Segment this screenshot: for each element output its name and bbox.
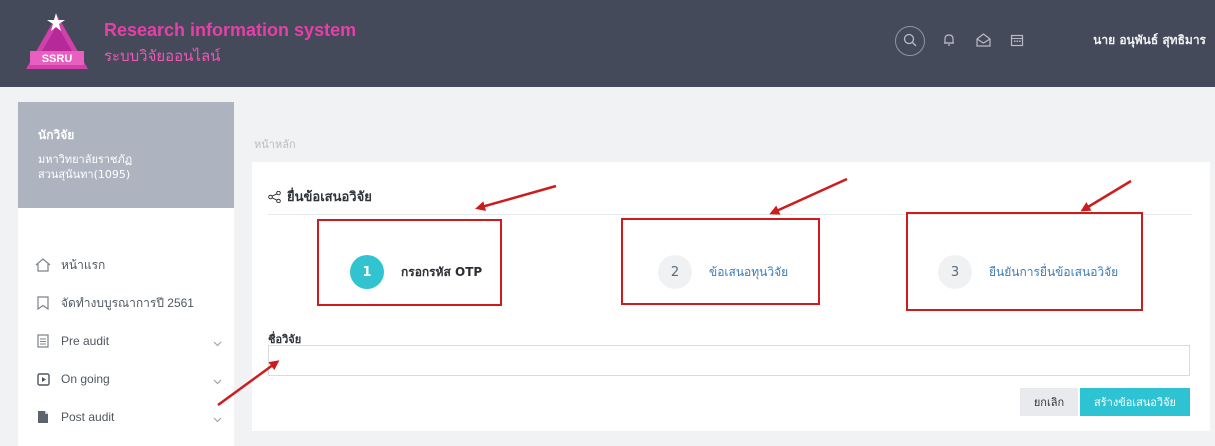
document-icon (34, 334, 52, 348)
share-icon (268, 190, 281, 203)
annotation-box-step-1 (317, 219, 502, 306)
sidebar-item-label: จัดทำงบบูรณาการปี 2561 (61, 295, 194, 310)
annotation-box-step-2 (621, 218, 820, 305)
search-button[interactable] (895, 26, 925, 56)
user-menu[interactable]: นาย อนุพันธ์ สุทธิมาร (1093, 31, 1206, 50)
user-role: นักวิจัย (38, 128, 75, 142)
sidebar-item-budget[interactable]: จัดทำงบบูรณาการปี 2561 (18, 284, 234, 322)
play-icon (34, 372, 52, 386)
ssru-logo[interactable]: SSRU (20, 9, 94, 73)
cancel-button[interactable]: ยกเลิก (1020, 388, 1078, 416)
bookmark-icon (34, 296, 52, 310)
app-title: Research information system (104, 20, 357, 40)
chevron-down-icon[interactable] (213, 374, 222, 388)
sidebar-item-label: หน้าแรก (61, 257, 106, 272)
org-name-line1: มหาวิทยาลัยราชภัฏ (38, 153, 133, 166)
home-icon (34, 258, 52, 272)
card-title: ยื่นข้อเสนอวิจัย (268, 186, 372, 207)
breadcrumb[interactable]: หน้าหลัก (254, 135, 296, 153)
org-name-line2: สวนสุนันทา(1095) (38, 168, 131, 181)
app-subtitle: ระบบวิจัยออนไลน์ (104, 47, 221, 65)
bell-icon (942, 32, 956, 51)
sidebar-profile: นักวิจัย มหาวิทยาลัยราชภัฏ สวนสุนันทา(10… (18, 102, 234, 208)
sidebar-item-pre-audit[interactable]: Pre audit (18, 322, 234, 360)
sidebar-item-label: Pre audit (61, 334, 110, 348)
top-navbar: SSRU Research information system ระบบวิจ… (0, 0, 1215, 87)
chevron-down-icon[interactable] (213, 412, 222, 426)
create-proposal-button[interactable]: สร้างข้อเสนอวิจัย (1080, 388, 1190, 416)
notifications-button[interactable] (939, 31, 959, 51)
sidebar-item-post-audit[interactable]: Post audit (18, 398, 234, 436)
chevron-down-icon[interactable] (213, 336, 222, 350)
sidebar-menu: หน้าแรก จัดทำงบบูรณาการปี 2561 Pre audit… (18, 208, 234, 436)
sidebar-item-home[interactable]: หน้าแรก (18, 246, 234, 284)
file-icon (34, 410, 52, 424)
calendar-button[interactable] (1007, 31, 1027, 51)
calendar-icon (1010, 32, 1024, 51)
search-icon (903, 32, 917, 51)
sidebar-item-label: Post audit (61, 410, 115, 424)
mail-icon (975, 32, 991, 51)
card-title-text: ยื่นข้อเสนอวิจัย (287, 190, 372, 205)
sidebar: นักวิจัย มหาวิทยาลัยราชภัฏ สวนสุนันทา(10… (18, 102, 234, 446)
sidebar-item-label: On going (61, 372, 110, 386)
annotation-box-step-3 (906, 212, 1143, 311)
research-name-input[interactable] (268, 345, 1190, 376)
messages-button[interactable] (973, 31, 993, 51)
svg-text:SSRU: SSRU (42, 53, 73, 65)
sidebar-item-on-going[interactable]: On going (18, 360, 234, 398)
